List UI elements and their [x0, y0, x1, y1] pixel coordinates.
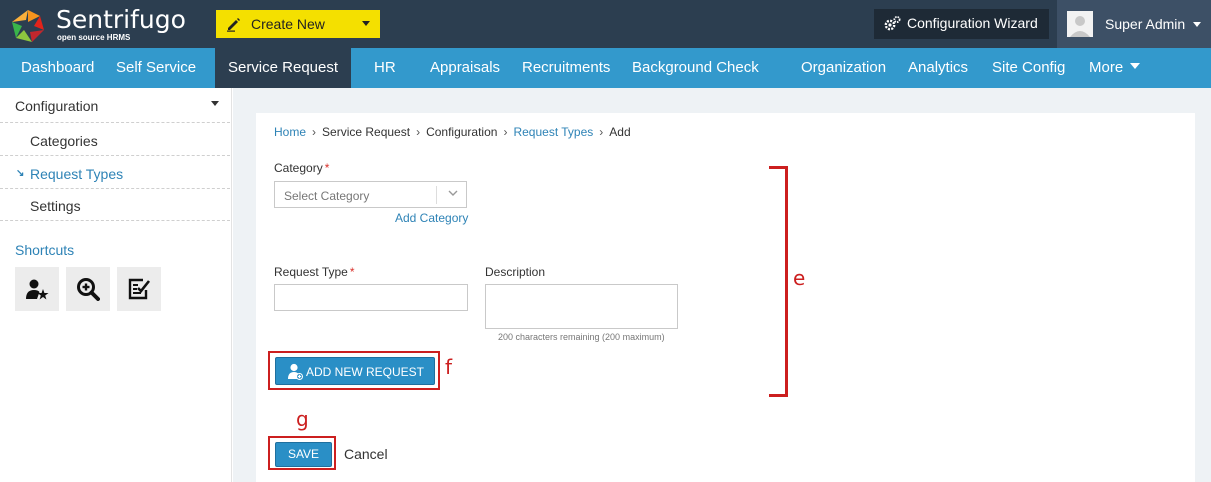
required-mark: *: [349, 265, 355, 279]
sidebar-section-title: Configuration: [15, 98, 99, 114]
sidebar-item-settings[interactable]: Settings: [0, 189, 230, 221]
nav-item-appraisals[interactable]: Appraisals: [430, 48, 500, 88]
chevron-down-icon: [448, 190, 458, 196]
nav-item-background-check[interactable]: Background Check: [632, 48, 759, 88]
add-category-link[interactable]: Add Category: [395, 211, 468, 225]
shortcuts-title: Shortcuts: [15, 242, 75, 258]
breadcrumb-separator: ›: [599, 125, 604, 139]
sentrifugo-logo-icon: [12, 10, 44, 42]
category-select-placeholder: Select Category: [284, 189, 370, 203]
arrow-down-right-icon: ↘: [16, 168, 25, 179]
create-new-label: Create New: [251, 16, 325, 32]
description-field-label: Description: [485, 265, 546, 279]
sidebar-item-request-types[interactable]: ↘ Request Types: [0, 157, 230, 189]
zoom-in-icon: [77, 278, 100, 301]
nav-item-hr[interactable]: HR: [374, 48, 396, 88]
user-avatar-icon: [1070, 16, 1090, 37]
cancel-button[interactable]: Cancel: [344, 446, 388, 462]
nav-item-self-service[interactable]: Self Service: [116, 48, 196, 88]
nav-item-more[interactable]: More: [1089, 48, 1141, 88]
shortcut-user-star[interactable]: [15, 267, 59, 311]
nav-item-service-request[interactable]: Service Request: [215, 48, 351, 88]
main-nav: Dashboard Self Service Service Request H…: [0, 48, 1211, 88]
user-menu[interactable]: Super Admin: [1057, 0, 1211, 48]
sidebar-item-label: Request Types: [30, 166, 124, 182]
configuration-wizard-label: Configuration Wizard: [907, 15, 1038, 31]
sidebar-item-label: Settings: [30, 198, 81, 214]
sidebar: Configuration Categories ↘ Request Types…: [0, 88, 232, 482]
request-type-field-label: Request Type *: [274, 265, 355, 279]
sidebar-item-label: Categories: [30, 133, 98, 149]
nav-item-dashboard[interactable]: Dashboard: [21, 48, 94, 88]
create-new-button[interactable]: Create New: [216, 10, 380, 38]
nav-item-organization[interactable]: Organization: [801, 48, 886, 88]
shortcut-checklist[interactable]: [117, 267, 161, 311]
brand-name: Sentrifugo: [56, 5, 186, 34]
nav-item-recruitments[interactable]: Recruitments: [522, 48, 610, 88]
request-type-label-text: Request Type: [274, 265, 348, 279]
select-divider: [436, 186, 437, 204]
required-mark: *: [324, 161, 330, 175]
checklist-icon: [128, 278, 151, 300]
top-bar: Sentrifugo open source HRMS Create New C…: [0, 0, 1211, 48]
char-count: 200 characters remaining (200 maximum): [498, 332, 665, 342]
annotation-label-f: f: [445, 355, 453, 379]
breadcrumb-service-request: Service Request: [322, 125, 411, 139]
avatar: [1067, 11, 1093, 37]
user-star-icon: [26, 279, 49, 300]
annotation-bracket-e: [769, 166, 788, 397]
user-name: Super Admin: [1105, 16, 1186, 32]
nav-item-analytics[interactable]: Analytics: [908, 48, 968, 88]
request-type-input[interactable]: [274, 284, 468, 311]
configuration-wizard-button[interactable]: Configuration Wizard: [874, 9, 1049, 39]
brand-logo[interactable]: Sentrifugo open source HRMS: [10, 5, 186, 42]
breadcrumb-separator: ›: [503, 125, 508, 139]
description-textarea[interactable]: [485, 284, 678, 329]
breadcrumb-home[interactable]: Home: [274, 125, 306, 139]
nav-item-site-config[interactable]: Site Config: [992, 48, 1065, 88]
breadcrumb: Home › Service Request › Configuration › Reque…: [274, 125, 631, 139]
breadcrumb-add: Add: [609, 125, 631, 139]
nav-more-label: More: [1089, 59, 1124, 76]
caret-down-icon: [1130, 63, 1141, 70]
chevron-down-icon: [362, 21, 370, 26]
shortcut-zoom-in[interactable]: [66, 267, 110, 311]
breadcrumb-separator: ›: [416, 125, 421, 139]
category-select[interactable]: Select Category: [274, 181, 467, 208]
sidebar-item-categories[interactable]: Categories: [0, 124, 230, 156]
pencil-icon: [227, 18, 240, 32]
highlight-box-f: [268, 351, 440, 390]
sidebar-section-configuration[interactable]: Configuration: [0, 88, 230, 123]
gear-icon: [884, 16, 901, 31]
breadcrumb-separator: ›: [312, 125, 317, 139]
annotation-label-e: e: [793, 266, 806, 290]
caret-down-icon: [211, 101, 219, 106]
category-field-label: Category *: [274, 161, 329, 175]
highlight-box-g: [268, 436, 336, 470]
annotation-label-g: g: [296, 407, 309, 431]
category-label-text: Category: [274, 161, 323, 175]
brand-tagline: open source HRMS: [57, 33, 131, 42]
chevron-down-icon: [1193, 22, 1201, 27]
breadcrumb-request-types[interactable]: Request Types: [513, 125, 593, 139]
breadcrumb-configuration: Configuration: [426, 125, 498, 139]
